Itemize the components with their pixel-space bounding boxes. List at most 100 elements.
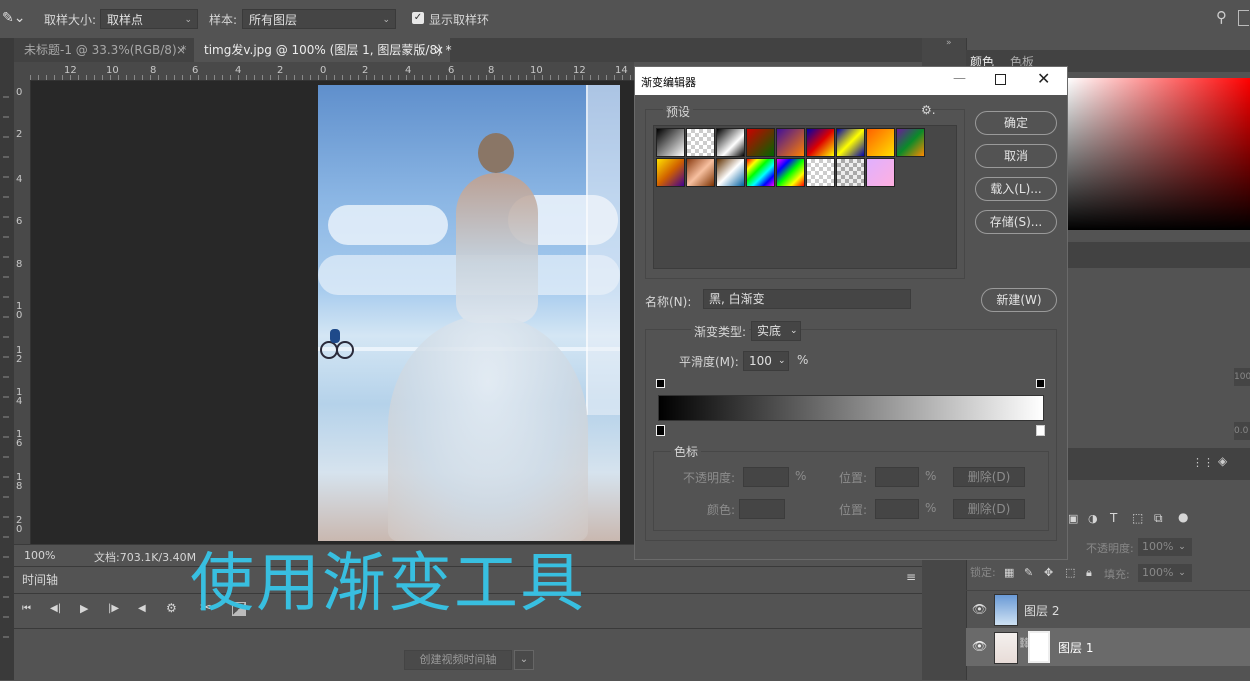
doc-size-info[interactable]: 文档:703.1K/3.40M [94, 549, 196, 565]
layer-name[interactable]: 图层 1 [1058, 639, 1093, 656]
ruler-label: 4 [16, 174, 23, 185]
preset-violet-orange[interactable] [776, 128, 805, 157]
panel-menu-icon[interactable]: ≡ [906, 570, 916, 584]
collapse-arrows-icon[interactable]: » [946, 38, 952, 48]
eyedropper-tool-icon[interactable]: ✎⌄ [2, 10, 25, 26]
preset-black-white[interactable] [716, 128, 745, 157]
maximize-icon[interactable] [995, 74, 1006, 85]
audio-icon[interactable]: ◀ [138, 603, 146, 614]
shape-filter-icon[interactable]: ⬚ [1132, 511, 1143, 525]
lock-all-icon[interactable]: 🔒︎ [1086, 566, 1092, 580]
next-frame-icon[interactable]: |▶ [108, 603, 119, 614]
opacity-stop-left[interactable] [656, 379, 665, 388]
layer-row-2[interactable]: 👁︎ 图层 2 [966, 590, 1250, 629]
preset-orange-yellow[interactable] [866, 128, 895, 157]
ruler-label: 0 [16, 87, 23, 98]
eye-filter-icon[interactable]: ◈ [1218, 454, 1227, 468]
adjust-filter-icon[interactable]: ◑ [1088, 512, 1098, 525]
value-field[interactable]: 100 [1234, 368, 1250, 386]
layer-name[interactable]: 图层 2 [1024, 602, 1059, 619]
minimize-icon[interactable]: — [953, 71, 966, 86]
layer-row-1[interactable]: 👁︎ ⛓ 图层 1 [966, 628, 1250, 666]
show-ring-label: 显示取样环 [429, 13, 490, 27]
sample-select[interactable]: 所有图层 ⌄ [242, 9, 396, 29]
stop-opacity-input[interactable] [743, 467, 789, 487]
tab-timg[interactable]: timg发v.jpg @ 100% (图层 1, 图层蒙版/8) * × [194, 38, 452, 62]
ruler-label: 6 [16, 216, 23, 227]
gear-icon[interactable]: ⚙. [921, 103, 936, 117]
layer-mask-thumbnail[interactable] [1028, 631, 1050, 663]
opacity-location-input[interactable] [875, 467, 919, 487]
filter-toggle-icon[interactable]: ● [1178, 510, 1188, 524]
preset-swatch-list [653, 125, 957, 269]
type-filter-icon[interactable]: T [1110, 511, 1117, 525]
gradient-type-select[interactable]: 实底 ⌄ [751, 321, 801, 341]
timeline-title[interactable]: 时间轴 [22, 571, 58, 588]
smoothness-input[interactable]: 100 ⌄ [743, 351, 789, 371]
name-input[interactable]: 黑, 白渐变 [703, 289, 911, 309]
preset-blue-yellow-blue[interactable] [836, 128, 865, 157]
eye-icon[interactable]: 👁︎ [972, 602, 987, 616]
pixel-filter-icon[interactable]: ▣ [1068, 512, 1078, 525]
search-icon[interactable]: ⚲ [1216, 8, 1227, 26]
select-icon[interactable]: ⋮⋮ [1192, 456, 1214, 469]
smart-filter-icon[interactable]: ⧉ [1154, 511, 1163, 526]
delete-opacity-stop-button[interactable]: 删除(D) [953, 467, 1025, 487]
save-button[interactable]: 存储(S)... [975, 210, 1057, 234]
lock-artboard-icon[interactable]: ⬚ [1065, 566, 1075, 579]
gradient-preview-bar[interactable] [658, 395, 1044, 421]
chevron-down-icon[interactable]: ⌄ [1174, 538, 1190, 556]
document-image[interactable] [318, 85, 620, 541]
new-button[interactable]: 新建(W) [981, 288, 1057, 312]
load-button[interactable]: 载入(L)... [975, 177, 1057, 201]
timeline-dropdown-button[interactable]: ⌄ [514, 650, 534, 670]
close-icon[interactable]: × [434, 38, 444, 62]
preset-transparent-checker[interactable] [836, 158, 865, 187]
lock-paint-icon[interactable]: ✎ [1024, 566, 1033, 579]
preset-violet-green-orange[interactable] [896, 128, 925, 157]
eye-icon[interactable]: 👁︎ [972, 639, 987, 653]
opacity-stop-right[interactable] [1036, 379, 1045, 388]
color-location-input[interactable] [875, 499, 919, 519]
color-field[interactable] [1068, 78, 1250, 230]
chevron-down-icon[interactable]: ⌄ [1174, 564, 1190, 582]
preset-yellow-violet[interactable] [656, 158, 685, 187]
gear-icon[interactable]: ⚙ [166, 601, 177, 615]
preset-transparent-stripes[interactable] [806, 158, 835, 187]
preset-chrome[interactable] [716, 158, 745, 187]
lock-transparent-icon[interactable]: ▦ [1004, 566, 1014, 579]
layer-thumbnail [994, 594, 1018, 626]
preset-blue-red-yellow[interactable] [806, 128, 835, 157]
preset-fg-bg[interactable] [656, 128, 685, 157]
workspace-icon[interactable] [1238, 10, 1249, 26]
smoothness-label: 平滑度(M): [679, 355, 739, 369]
create-video-timeline-button[interactable]: 创建视频时间轴 [404, 650, 512, 670]
sample-size-select[interactable]: 取样点 ⌄ [100, 9, 198, 29]
tab-untitled[interactable]: 未标题-1 @ 33.3%(RGB/8) * × [14, 38, 194, 62]
lock-move-icon[interactable]: ✥ [1044, 566, 1053, 579]
preset-transparent-rainbow[interactable] [776, 158, 805, 187]
value-field[interactable]: 0.0 [1234, 422, 1250, 440]
close-icon[interactable]: × [176, 38, 186, 62]
preset-spectrum[interactable] [746, 158, 775, 187]
chevron-down-icon: ⌄ [778, 356, 786, 366]
close-icon[interactable]: ✕ [1037, 69, 1050, 88]
play-icon[interactable]: ▶ [80, 602, 88, 615]
document-tabs: 未标题-1 @ 33.3%(RGB/8) * × timg发v.jpg @ 10… [14, 38, 922, 62]
delete-color-stop-button[interactable]: 删除(D) [953, 499, 1025, 519]
show-ring-checkbox[interactable]: ✓ [412, 12, 424, 24]
cancel-button[interactable]: 取消 [975, 144, 1057, 168]
preset-red-green[interactable] [746, 128, 775, 157]
first-frame-icon[interactable]: ⏮ [22, 603, 31, 614]
prev-frame-icon[interactable]: ◀| [50, 603, 61, 614]
zoom-value[interactable]: 100% [24, 549, 55, 562]
color-stop-right[interactable] [1036, 425, 1045, 436]
dialog-titlebar[interactable]: 渐变编辑器 — ✕ [635, 67, 1067, 95]
preset-fg-transparent[interactable] [686, 128, 715, 157]
color-stop-left[interactable] [656, 425, 665, 436]
chevron-down-icon: ⌄ [790, 326, 798, 336]
ok-button[interactable]: 确定 [975, 111, 1057, 135]
preset-copper[interactable] [686, 158, 715, 187]
preset-pastel[interactable] [866, 158, 895, 187]
stop-color-swatch[interactable] [739, 499, 785, 519]
